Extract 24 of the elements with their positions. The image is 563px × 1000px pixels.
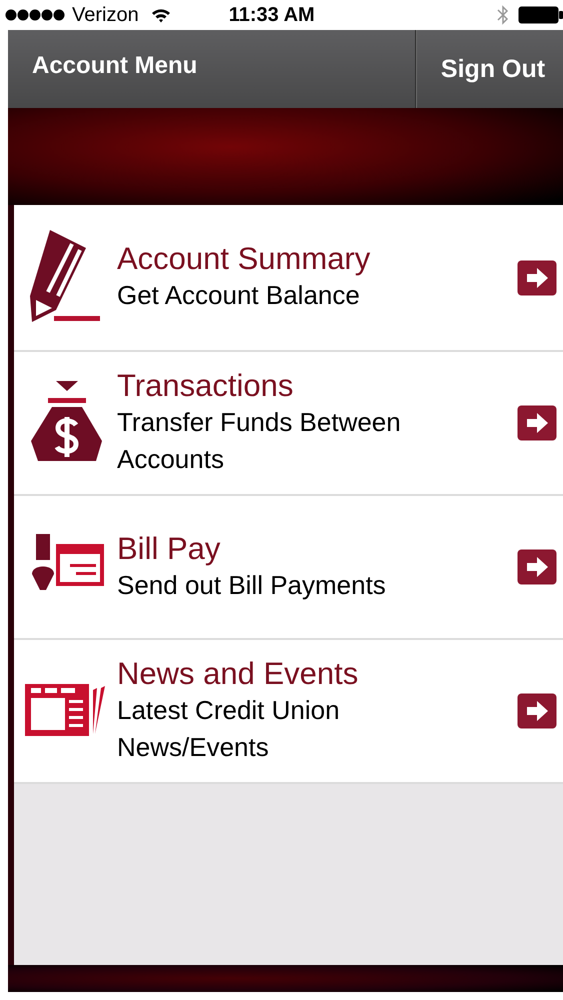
arrow-right-icon[interactable] [517,260,557,296]
menu-item[interactable]: Account Summary Get Account Balance [14,205,563,352]
battery-icon [518,6,563,24]
bluetooth-icon [497,4,509,26]
menu-item[interactable]: Bill Pay Send out Bill Payments [14,496,563,640]
menu-item[interactable]: Transactions Transfer Funds Between Accounts [14,352,563,496]
arrow-right-icon[interactable] [517,693,557,729]
signal-strength-icon [5,9,65,21]
sign-out-button[interactable]: Sign Out [416,30,563,108]
menu-item-subtitle: Latest Credit Union News/Events [117,694,341,764]
newspaper-icon [24,684,106,738]
carrier-name: Verizon [72,4,139,26]
menu-item-title: Bill Pay [117,530,222,566]
clock-time: 11:33 AM [228,4,315,26]
menu-item-subtitle: Transfer Funds Between Accounts [117,406,402,476]
nav-title: Account Menu [32,52,198,80]
menu-item-subtitle: Send out Bill Payments [117,568,387,602]
menu-item-subtitle: Get Account Balance [117,279,361,312]
wifi-icon [150,7,171,23]
arrow-right-icon[interactable] [517,405,557,441]
arrow-right-icon[interactable] [517,549,557,585]
menu-item-title: Transactions [117,368,294,404]
menu-item-title: Account Summary [117,241,372,277]
menu-item-title: News and Events [117,656,360,692]
